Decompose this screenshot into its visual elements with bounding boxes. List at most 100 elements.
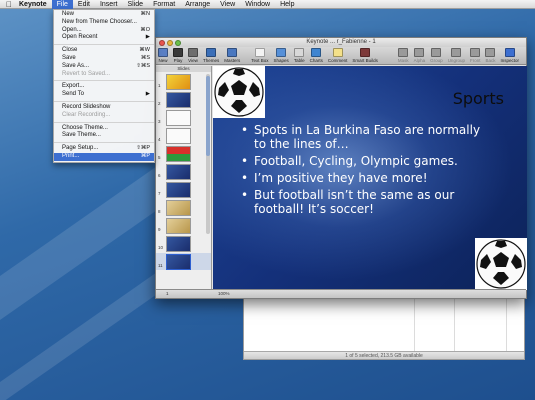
toolbar-button-play[interactable]: Play — [173, 48, 183, 63]
file-menu-item[interactable]: New from Theme Chooser... — [54, 19, 154, 27]
file-menu-item[interactable]: New ⌘N — [54, 11, 154, 19]
menu-arrange[interactable]: Arrange — [180, 0, 215, 9]
menu-item-label: New — [62, 11, 75, 17]
menu-item-shortcut: ⌘O — [140, 26, 150, 33]
slide-number: 9 — [158, 227, 161, 232]
menu-slide[interactable]: Slide — [122, 0, 148, 9]
toolbar-button-table[interactable]: Table — [294, 48, 305, 63]
slide-thumbnail-item[interactable]: 2 — [156, 91, 211, 108]
menu-window[interactable]: Window — [240, 0, 275, 9]
slide-bullet[interactable]: I’m positive they have more! — [241, 171, 491, 185]
toolbar-button-comment[interactable]: Comment — [328, 48, 347, 63]
toolbar-button-inspector[interactable]: Inspector — [500, 48, 519, 63]
slide-thumbnail-item[interactable]: 9 — [156, 217, 211, 234]
zoom-level[interactable]: 100% — [218, 290, 230, 298]
apple-menu-icon[interactable]:  — [4, 0, 14, 9]
close-window-icon[interactable] — [159, 40, 165, 46]
toolbar-button-label: Masters — [224, 58, 241, 63]
finder-column-divider — [414, 297, 415, 353]
minimize-window-icon[interactable] — [167, 40, 173, 46]
toolbar-button-text-box[interactable]: Text Box — [251, 48, 269, 63]
file-menu-item[interactable]: Print... ⌘P — [54, 152, 154, 161]
slide-thumbnail-item[interactable]: 10 — [156, 235, 211, 252]
slide-title[interactable]: Sports — [453, 89, 504, 108]
slide-number: 1 — [158, 83, 161, 88]
smart-builds-icon — [360, 48, 371, 57]
slide-bullet[interactable]: But football isn’t the same as our footb… — [241, 188, 491, 216]
comment-icon — [332, 48, 343, 57]
soccer-ball-image[interactable] — [213, 66, 265, 118]
slide-thumbnail — [166, 236, 191, 252]
toolbar-button-label: Table — [293, 58, 305, 63]
slide-number: 4 — [158, 137, 161, 142]
menu-item-label: Record Slideshow — [62, 103, 111, 110]
file-menu-item[interactable]: Save Theme... — [54, 132, 154, 140]
slide-bullet-list[interactable]: Spots in La Burkina Faso are normally to… — [241, 123, 491, 219]
slide-thumbnail-item[interactable]: 11 — [156, 253, 211, 270]
menu-format[interactable]: Format — [148, 0, 180, 9]
slide[interactable]: Sports Spots in La Burkina Faso are norm… — [213, 66, 527, 290]
toolbar-button-masters[interactable]: Masters — [224, 48, 240, 63]
slide-thumbnail-item[interactable]: 1 — [156, 73, 211, 90]
menu-item-shortcut: ▶ — [145, 91, 150, 98]
file-menu-item[interactable]: Save As... ⇧⌘S — [54, 63, 154, 71]
toolbar-button-group[interactable]: Group — [430, 48, 443, 63]
menu-insert[interactable]: Insert — [95, 0, 123, 9]
toolbar-button-view[interactable]: View — [188, 48, 198, 63]
slide-thumbnail — [166, 92, 191, 108]
menu-edit[interactable]: Edit — [73, 0, 95, 9]
toolbar-button-ungroup[interactable]: Ungroup — [448, 48, 465, 63]
toolbar-button-alpha[interactable]: Alpha — [414, 48, 425, 63]
toolbar-button-label: New — [158, 58, 168, 63]
file-menu-item[interactable]: Close ⌘W — [54, 47, 154, 55]
toolbar-button-new[interactable]: New — [158, 48, 168, 63]
toolbar-button-label: Play — [173, 58, 183, 63]
toolbar-button-back[interactable]: Back — [485, 48, 495, 63]
menu-item-shortcut: ⇧⌘S — [136, 62, 150, 69]
slide-thumbnail — [166, 182, 191, 198]
soccer-ball-image[interactable] — [475, 238, 527, 290]
slide-thumbnail-item[interactable]: 4 — [156, 127, 211, 144]
menu-item-label: Export... — [62, 83, 85, 90]
themes-icon — [206, 48, 217, 57]
menu-view[interactable]: View — [215, 0, 240, 9]
mask-icon — [398, 48, 409, 57]
slide-thumbnail-item[interactable]: 6 — [156, 163, 211, 180]
file-menu-item[interactable]: Export... — [54, 83, 154, 91]
file-menu-item[interactable]: Send To ▶ — [54, 91, 154, 99]
file-menu-item[interactable]: Choose Theme... — [54, 125, 154, 133]
menu-file[interactable]: File — [51, 0, 73, 9]
menu-help[interactable]: Help — [275, 0, 299, 9]
toolbar-button-mask[interactable]: Mask — [398, 48, 409, 63]
slide-thumbnail — [166, 218, 191, 234]
menu-app-name[interactable]: Keynote — [14, 0, 52, 9]
play-icon — [173, 48, 183, 57]
menu-item-label: Save — [62, 54, 76, 61]
toolbar-button-smart-builds[interactable]: Smart Builds — [352, 48, 378, 63]
slide-thumbnail-item[interactable]: 3 — [156, 109, 211, 126]
slide-thumbnail — [166, 254, 191, 270]
file-menu-item[interactable]: Page Setup... ⇧⌘P — [54, 145, 154, 153]
slide-thumbnail-item[interactable]: 7 — [156, 181, 211, 198]
window-titlebar[interactable]: Keynote ... r_Fabienne - 1 — [156, 38, 526, 47]
keynote-window: Keynote ... r_Fabienne - 1 New Play View Th… — [155, 37, 527, 299]
slide-thumbnail — [166, 128, 191, 144]
toolbar-button-shapes[interactable]: Shapes — [274, 48, 289, 63]
slide-thumbnail — [166, 146, 191, 162]
file-menu-item[interactable]: Record Slideshow — [54, 104, 154, 112]
file-menu-item[interactable]: Open... ⌘O — [54, 27, 154, 35]
slide-thumbnail-item[interactable]: 5 — [156, 145, 211, 162]
file-menu-item[interactable]: Open Recent ▶ — [54, 34, 154, 42]
zoom-window-icon[interactable] — [175, 40, 181, 46]
toolbar-button-front[interactable]: Front — [470, 48, 480, 63]
toolbar-button-themes[interactable]: Themes — [203, 48, 219, 63]
menu-item-label: Choose Theme... — [62, 124, 108, 131]
navigator-scrollbar[interactable] — [206, 74, 210, 234]
slide-bullet[interactable]: Football, Cycling, Olympic games. — [241, 154, 491, 168]
menu-item-label: Page Setup... — [62, 145, 99, 152]
file-menu-item[interactable]: Save ⌘S — [54, 55, 154, 63]
slide-thumbnail-item[interactable]: 8 — [156, 199, 211, 216]
slide-bullet[interactable]: Spots in La Burkina Faso are normally to… — [241, 123, 491, 151]
toolbar-button-charts[interactable]: Charts — [310, 48, 323, 63]
slide-number: 10 — [158, 245, 164, 250]
